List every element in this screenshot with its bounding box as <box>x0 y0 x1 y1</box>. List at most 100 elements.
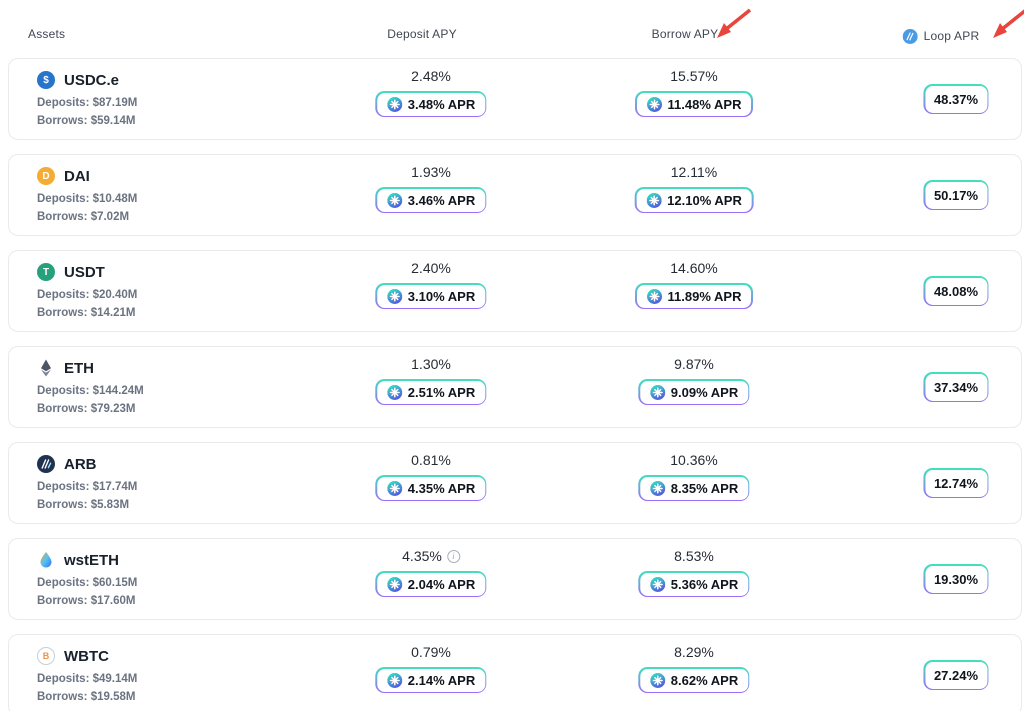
asset-row[interactable]: T USDT Deposits: $20.40M Borrows: $14.21… <box>8 250 1022 332</box>
borrows-stat: Borrows: $59.14M <box>37 115 137 127</box>
asset-name: USDC.e <box>64 72 119 89</box>
deposit-apy-cell: 0.79% <box>375 635 486 711</box>
borrow-apy-value: 12.11% <box>671 164 717 180</box>
deposits-label: Deposits: <box>37 289 89 301</box>
asset-name: WBTC <box>64 648 109 665</box>
deposit-apy-value: 2.40% <box>411 260 451 276</box>
deposit-apr-badge[interactable]: 2.04% APR <box>375 571 486 597</box>
deposit-apy-cell: 4.35% i <box>375 539 486 619</box>
asset-row[interactable]: ARB Deposits: $17.74M Borrows: $5.83M 0.… <box>8 442 1022 524</box>
borrow-apr-label: 5.36% APR <box>671 577 738 592</box>
borrow-apr-badge[interactable]: 8.62% APR <box>638 667 749 693</box>
column-header-loop-apr: Loop APR <box>901 27 980 45</box>
asset-info: $ USDC.e Deposits: $87.19M Borrows: $59.… <box>37 69 137 127</box>
borrows-label: Borrows: <box>37 211 87 223</box>
spark-icon <box>650 385 665 400</box>
loop-apr-value: 27.24% <box>934 668 978 683</box>
spark-icon <box>650 481 665 496</box>
spark-icon <box>647 289 662 304</box>
deposit-apr-badge[interactable]: 2.14% APR <box>375 667 486 693</box>
asset-row[interactable]: ETH Deposits: $144.24M Borrows: $79.23M … <box>8 346 1022 428</box>
borrows-label: Borrows: <box>37 403 87 415</box>
loop-apr-badge[interactable]: 12.74% <box>923 468 988 498</box>
loop-apr-badge[interactable]: 27.24% <box>923 660 988 690</box>
wbtc-icon: B <box>37 647 55 665</box>
loop-apr-badge[interactable]: 48.37% <box>923 84 988 114</box>
asset-row[interactable]: B WBTC Deposits: $49.14M Borrows: $19.58… <box>8 634 1022 711</box>
asset-row[interactable]: wstETH Deposits: $60.15M Borrows: $17.60… <box>8 538 1022 620</box>
loop-apr-value: 12.74% <box>934 476 978 491</box>
loop-apr-cell: 12.74% <box>923 443 988 523</box>
deposits-stat: Deposits: $87.19M <box>37 97 137 109</box>
info-icon[interactable]: i <box>447 550 460 563</box>
borrows-stat: Borrows: $79.23M <box>37 403 144 415</box>
borrow-apy-cell: 9.87% <box>638 347 749 427</box>
wsteth-icon <box>37 551 55 569</box>
deposits-value: $49.14M <box>93 673 138 685</box>
borrows-stat: Borrows: $19.58M <box>37 691 137 703</box>
loop-apr-badge[interactable]: 50.17% <box>923 180 988 210</box>
borrow-apy-cell: 14.60% <box>635 251 753 331</box>
borrows-value: $17.60M <box>91 595 136 607</box>
borrow-apy-value: 9.87% <box>674 356 714 372</box>
borrows-stat: Borrows: $7.02M <box>37 211 137 223</box>
spark-icon <box>387 481 402 496</box>
deposit-apy-cell: 2.40% <box>375 251 486 331</box>
borrows-value: $79.23M <box>91 403 136 415</box>
deposit-apr-badge[interactable]: 3.46% APR <box>375 187 486 213</box>
deposit-apr-badge[interactable]: 2.51% APR <box>375 379 486 405</box>
loop-apr-cell: 50.17% <box>923 155 988 235</box>
borrow-apy-cell: 10.36% <box>638 443 749 523</box>
deposit-apr-badge[interactable]: 3.48% APR <box>375 91 486 117</box>
borrow-apr-badge[interactable]: 11.89% APR <box>635 283 753 309</box>
asset-info: ETH Deposits: $144.24M Borrows: $79.23M <box>37 357 144 415</box>
deposit-apr-label: 4.35% APR <box>408 481 475 496</box>
borrows-value: $19.58M <box>91 691 136 703</box>
asset-row[interactable]: $ USDC.e Deposits: $87.19M Borrows: $59.… <box>8 58 1022 140</box>
borrows-label: Borrows: <box>37 691 87 703</box>
borrow-apy-value: 14.60% <box>670 260 717 276</box>
deposit-apy-value: 0.79% <box>411 644 451 660</box>
column-header-deposit-apy: Deposit APY <box>387 27 457 41</box>
asset-name: ARB <box>64 456 97 473</box>
deposit-apy-cell: 1.30% <box>375 347 486 427</box>
asset-name: wstETH <box>64 552 119 569</box>
deposit-apy-value: 2.48% <box>411 68 451 84</box>
deposits-value: $144.24M <box>93 385 144 397</box>
spark-icon <box>387 97 402 112</box>
borrow-apy-value: 10.36% <box>670 452 717 468</box>
borrow-apr-badge[interactable]: 11.48% APR <box>635 91 753 117</box>
borrows-label: Borrows: <box>37 307 87 319</box>
deposit-apr-label: 2.14% APR <box>408 673 475 688</box>
borrow-apr-label: 8.35% APR <box>671 481 738 496</box>
borrow-apr-badge[interactable]: 8.35% APR <box>638 475 749 501</box>
spark-icon <box>387 385 402 400</box>
markets-page: Assets Deposit APY Borrow APY Loop APR <box>0 0 1024 711</box>
deposit-apr-badge[interactable]: 4.35% APR <box>375 475 486 501</box>
deposits-value: $17.74M <box>93 481 138 493</box>
deposit-apy-cell: 2.48% <box>375 59 486 139</box>
borrow-apr-badge[interactable]: 12.10% APR <box>635 187 754 213</box>
loop-apr-value: 48.37% <box>934 92 978 107</box>
spark-icon <box>646 193 661 208</box>
spark-icon <box>650 673 665 688</box>
borrow-apy-value: 8.29% <box>674 644 714 660</box>
deposit-apy-value: 0.81% <box>411 452 451 468</box>
borrow-apr-badge[interactable]: 5.36% APR <box>638 571 749 597</box>
deposits-stat: Deposits: $17.74M <box>37 481 137 493</box>
deposits-label: Deposits: <box>37 577 89 589</box>
asset-row[interactable]: D DAI Deposits: $10.48M Borrows: $7.02M … <box>8 154 1022 236</box>
loop-apr-badge[interactable]: 19.30% <box>923 564 988 594</box>
spark-icon <box>387 673 402 688</box>
asset-name: DAI <box>64 168 90 185</box>
borrow-apy-value: 8.53% <box>674 548 714 564</box>
borrow-apr-badge[interactable]: 9.09% APR <box>638 379 749 405</box>
loop-apr-badge[interactable]: 37.34% <box>923 372 988 402</box>
loop-apr-value: 37.34% <box>934 380 978 395</box>
loop-apr-cell: 48.37% <box>923 59 988 139</box>
deposit-apr-badge[interactable]: 3.10% APR <box>375 283 486 309</box>
loop-apr-badge[interactable]: 48.08% <box>923 276 988 306</box>
loop-apr-value: 50.17% <box>934 188 978 203</box>
borrow-apy-cell: 15.57% <box>635 59 753 139</box>
deposits-label: Deposits: <box>37 97 89 109</box>
